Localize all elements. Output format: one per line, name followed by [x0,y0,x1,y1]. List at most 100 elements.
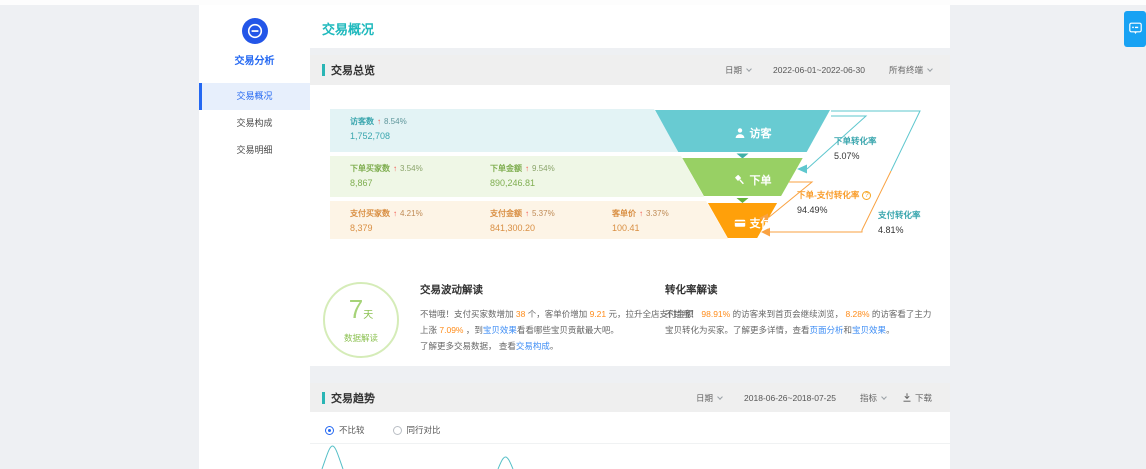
text-link[interactable]: 交易构成 [516,341,550,351]
text: 。 [886,325,895,335]
text: 宝贝转化为买家。了解更多详情，查看 [665,325,810,335]
compare-radio-group: 不比较 同行对比 [325,424,441,436]
metric-label: 访客数 [350,116,374,127]
insight-title: 转化率解读 [665,282,950,297]
metric-band-visitors: 访客数↑8.54% 1,752,708 [330,109,679,152]
highlight-number: 9.21 [590,309,607,319]
help-icon[interactable]: ? [862,191,871,200]
text-link[interactable]: 宝贝效果 [483,325,517,335]
overview-section-title: 交易总览 [331,62,375,78]
text: 上涨 [420,325,439,335]
chevron-down-icon [881,394,887,400]
conversion-value: 94.49% [797,205,871,215]
conversion-order-pay-rate: 下单-支付转化率? 94.49% [797,189,871,215]
insight-line: 不错哦！ 98.91% 的访客来到首页会继续浏览， 8.28% 的访客看了主力 [665,306,950,322]
fluctuation-insight: 交易波动解读 不错哦！支付买家数增加 38 个，客单价增加 9.21 元，拉升全… [420,282,670,354]
visitor-icon [734,127,746,139]
radio-peer-compare[interactable]: 同行对比 [393,424,441,436]
sidebar-item-trade-composition[interactable]: 交易构成 [199,110,310,137]
text: 的访客来到首页会继续浏览， [730,309,845,319]
text: 看看哪些宝贝贡献最大吧。 [517,325,619,335]
metric-label: 支付金额 [490,208,522,219]
metric-change: 8.54% [384,117,407,126]
metric-value: 8,867 [350,178,423,188]
page: 交易分析 交易概况 交易构成 交易明细 交易概况 交易总览 日期 2022-06… [0,0,1146,469]
funnel-stage-visitors: 访客 [698,125,807,141]
conversion-value: 4.81% [878,225,921,235]
metric-value: 890,246.81 [490,178,555,188]
metric-visitors: 访客数↑8.54% 1,752,708 [350,116,407,141]
trend-filters: 日期 2018-06-26~2018-07-25 指标 下载 [696,392,932,404]
chevron-down-icon [927,66,933,72]
insight-text: 不错哦！ 98.91% 的访客来到首页会继续浏览， 8.28% 的访客看了主力宝… [665,306,950,338]
text-link[interactable]: 页面分析 [810,325,844,335]
metric-value: 1,752,708 [350,131,407,141]
metric-change: 9.54% [532,164,555,173]
highlight-number: 7.09% [439,325,463,335]
sidebar-item-label: 交易概况 [236,91,272,101]
metric-pay-buyers: 支付买家数↑4.21% 8,379 [350,208,423,233]
radio-unselected-icon [393,426,402,435]
date-range-picker[interactable]: 2018-06-26~2018-07-25 [744,393,836,403]
insight-title: 交易波动解读 [420,282,670,297]
sidebar-item-trade-overview[interactable]: 交易概况 [199,83,310,110]
conversion-value: 5.07% [834,151,877,161]
sidebar-item-trade-detail[interactable]: 交易明细 [199,137,310,164]
trend-section-title: 交易趋势 [331,390,375,406]
date-range-picker[interactable]: 2022-06-01~2022-06-30 [773,65,865,75]
radio-label: 同行对比 [407,424,441,436]
date-dropdown[interactable]: 日期 [696,392,722,404]
feedback-chat-button[interactable] [1124,11,1146,47]
highlight-number: 8.28% [845,309,869,319]
metric-value: 8,379 [350,223,423,233]
metric-change: 4.21% [400,209,423,218]
insight-line: 了解更多交易数据， 查看交易构成。 [420,338,670,354]
sidebar-nav: 交易概况 交易构成 交易明细 [199,83,310,164]
terminal-dropdown[interactable]: 所有终端 [889,64,932,76]
up-arrow-icon: ↑ [393,209,397,218]
text: 和 [844,325,853,335]
text: ，到 [463,325,482,335]
order-gavel-icon [734,174,746,186]
insight-line: 不错哦！支付买家数增加 38 个，客单价增加 9.21 元，拉升全店支付金额 [420,306,670,322]
metric-change: 3.54% [400,164,423,173]
metric-pay-amount: 支付金额↑5.37% 841,300.20 [490,208,555,233]
trend-panel: 不比较 同行对比 [310,412,950,469]
download-button[interactable]: 下载 [902,392,932,404]
funnel-stage-label: 访客 [750,125,772,141]
metric-label: 下单买家数 [350,163,390,174]
metric-label: 支付买家数 [350,208,390,219]
text: 个，客单价增加 [525,309,589,319]
metric-dropdown[interactable]: 指标 [860,392,886,404]
overview-filters: 日期 2022-06-01~2022-06-30 所有终端 [725,64,932,76]
date-dropdown[interactable]: 日期 [725,64,751,76]
overview-panel: 访客数↑8.54% 1,752,708 下单买家数↑3.54% 8,867 下单… [310,85,950,366]
section-accent-bar [322,64,325,76]
chevron-down-icon [746,66,752,72]
trend-line-chart [310,443,950,469]
payment-icon [734,217,746,229]
section-accent-bar [322,392,325,404]
chevron-down-icon [717,394,723,400]
radio-label: 不比较 [339,424,365,436]
text: 不错哦！ [665,309,701,319]
metric-change: 5.37% [532,209,555,218]
app-logo-icon [242,18,268,44]
chat-icon [1128,21,1143,38]
up-arrow-icon: ↑ [525,164,529,173]
funnel-stage-order: 下单 [698,172,807,188]
insight-period-badge: 7天 数据解读 [323,282,399,358]
metric-label: 下单金额 [490,163,522,174]
badge-unit: 天 [363,310,373,321]
metric-value: 841,300.20 [490,223,555,233]
highlight-number: 98.91% [701,309,730,319]
conversion-label: 下单-支付转化率 [797,189,859,201]
badge-caption: 数据解读 [325,332,397,344]
conversion-order-rate: 下单转化率 5.07% [834,135,877,161]
text-link[interactable]: 宝贝效果 [852,325,886,335]
sidebar-item-label: 交易明细 [236,145,272,155]
conversion-insight: 转化率解读 不错哦！ 98.91% 的访客来到首页会继续浏览， 8.28% 的访… [665,282,950,338]
highlight-number: 38 [516,309,525,319]
radio-no-compare[interactable]: 不比较 [325,424,365,436]
text: 的访客看了主力 [870,309,932,319]
